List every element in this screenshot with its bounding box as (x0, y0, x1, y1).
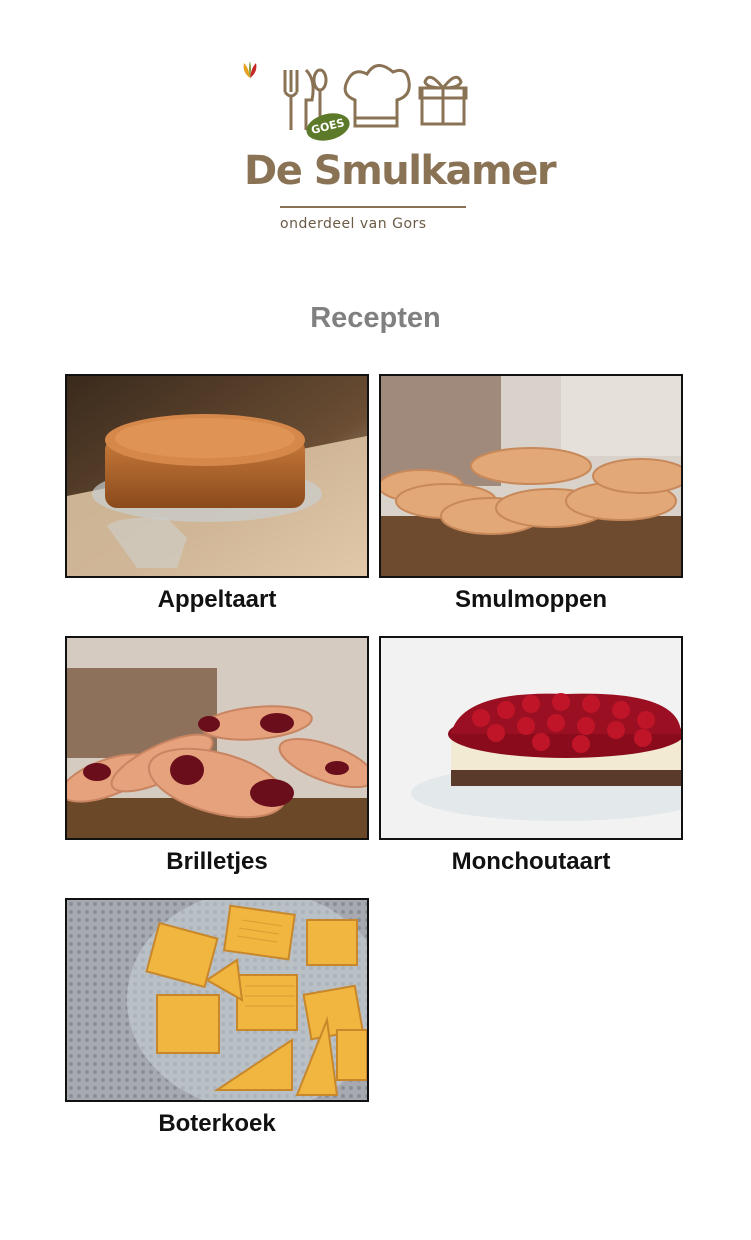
page-title: Recepten (310, 302, 441, 334)
recipe-name[interactable]: Boterkoek (65, 1110, 369, 1138)
butter-cake-photo[interactable] (65, 898, 369, 1102)
cherry-cheesecake-photo[interactable] (379, 636, 683, 840)
recipe-name[interactable]: Brilletjes (65, 848, 369, 876)
recipe-name[interactable]: Smulmoppen (379, 586, 683, 614)
brand-logo[interactable]: GOES De Smulkamer onderdeel van Gors (240, 60, 557, 245)
recipe-name[interactable]: Monchoutaart (379, 848, 683, 876)
recipe-card-monchoutaart[interactable]: Monchoutaart (379, 636, 683, 876)
gors-flower-icon (243, 61, 257, 78)
apple-pie-photo[interactable] (65, 374, 369, 578)
recipe-card-smulmoppen[interactable]: Smulmoppen (379, 374, 683, 614)
recipe-name[interactable]: Appeltaart (65, 586, 369, 614)
recipe-card-boterkoek[interactable]: Boterkoek (65, 898, 369, 1138)
recipe-card-brilletjes[interactable]: Brilletjes (65, 636, 369, 876)
cookies-photo[interactable] (379, 374, 683, 578)
logo-icons (283, 64, 468, 130)
logo-wordmark: De Smulkamer (244, 148, 557, 194)
jam-cookies-photo[interactable] (65, 636, 369, 840)
logo-tagline: onderdeel van Gors (280, 216, 427, 232)
recipe-card-appeltaart[interactable]: Appeltaart (65, 374, 369, 614)
logo-divider (280, 206, 466, 208)
